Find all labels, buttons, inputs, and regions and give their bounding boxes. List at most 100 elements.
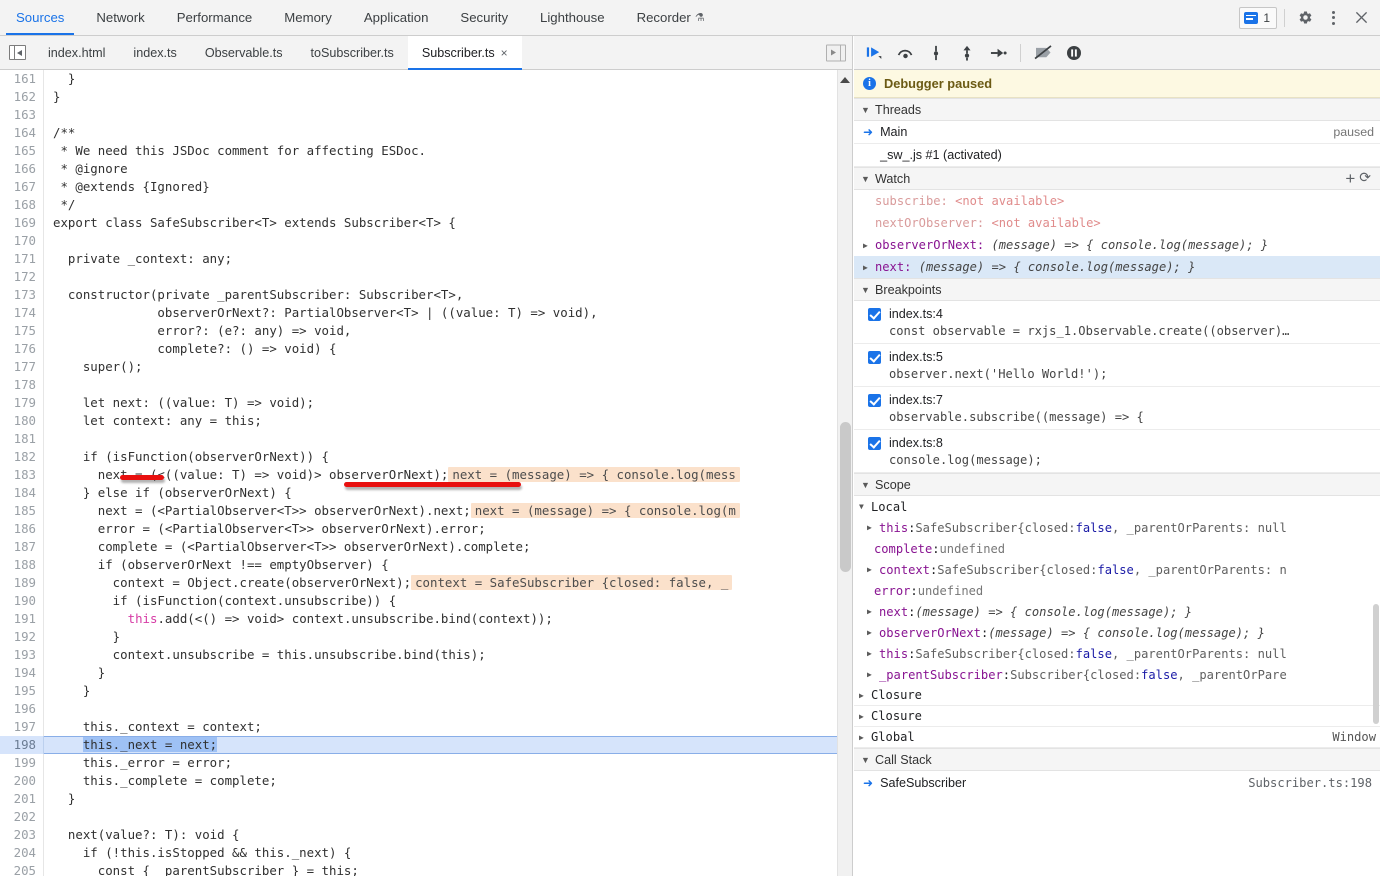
code-line[interactable]: 196 xyxy=(0,700,837,718)
code-line[interactable]: 181 xyxy=(0,430,837,448)
tab-security[interactable]: Security xyxy=(444,0,524,35)
line-number[interactable]: 162 xyxy=(0,88,44,106)
show-navigator-button[interactable] xyxy=(0,36,34,69)
line-number[interactable]: 165 xyxy=(0,142,44,160)
line-number[interactable]: 201 xyxy=(0,790,44,808)
tab-memory[interactable]: Memory xyxy=(268,0,348,35)
step-over-next-function-call-button[interactable] xyxy=(891,40,919,66)
breakpoint-item[interactable]: index.ts:7 observable.subscribe((message… xyxy=(854,387,1380,430)
tab-sources[interactable]: Sources xyxy=(0,0,80,35)
tab-application[interactable]: Application xyxy=(348,0,445,35)
expand-arrow-icon[interactable]: ▶ xyxy=(859,733,871,742)
expand-arrow-icon[interactable]: ▶ xyxy=(867,670,879,679)
code-line[interactable]: 175 error?: (e?: any) => void, xyxy=(0,322,837,340)
section-header-scope[interactable]: ▼ Scope xyxy=(854,473,1380,496)
tab-lighthouse[interactable]: Lighthouse xyxy=(524,0,621,35)
line-number[interactable]: 180 xyxy=(0,412,44,430)
code-line[interactable]: 164/** xyxy=(0,124,837,142)
line-number[interactable]: 185 xyxy=(0,502,44,520)
line-number[interactable]: 193 xyxy=(0,646,44,664)
line-number[interactable]: 172 xyxy=(0,268,44,286)
tab-performance[interactable]: Performance xyxy=(161,0,269,35)
code-line-current[interactable]: 198 this._next = next; xyxy=(0,736,837,754)
watch-item-nextorobserver[interactable]: nextOrObserver: <not available> xyxy=(854,212,1380,234)
code-line[interactable]: 167 * @extends {Ignored} xyxy=(0,178,837,196)
refresh-watch-button[interactable]: ⟳ xyxy=(1359,170,1371,187)
scope-property[interactable]: ▶_parentSubscriber: Subscriber {closed: … xyxy=(854,664,1380,685)
sidebar-scrollbar[interactable] xyxy=(1372,604,1380,840)
code-line[interactable]: 176 complete?: () => void) { xyxy=(0,340,837,358)
watch-item-observerornext[interactable]: ▶ observerOrNext: (message) => { console… xyxy=(854,234,1380,256)
code-lines[interactable]: 161 }162}163164/**165 * We need this JSD… xyxy=(0,70,837,876)
thread-item-main[interactable]: ➜ Main paused xyxy=(854,121,1380,144)
code-line[interactable]: 178 xyxy=(0,376,837,394)
scope-group-closure[interactable]: ▶Closure xyxy=(854,685,1380,706)
editor-vertical-scrollbar[interactable] xyxy=(837,70,852,876)
code-line[interactable]: 171 private _context: any; xyxy=(0,250,837,268)
code-line[interactable]: 190 if (isFunction(context.unsubscribe))… xyxy=(0,592,837,610)
line-number[interactable]: 204 xyxy=(0,844,44,862)
sidebar-scrollbar-thumb[interactable] xyxy=(1373,604,1379,724)
editor-scrollbar-thumb[interactable] xyxy=(840,422,851,572)
thread-item-service-worker[interactable]: ➜ _sw_.js #1 (activated) xyxy=(854,144,1380,167)
line-number[interactable]: 199 xyxy=(0,754,44,772)
line-number[interactable]: 196 xyxy=(0,700,44,718)
code-line[interactable]: 185 next = (<PartialObserver<T>> observe… xyxy=(0,502,837,520)
code-line[interactable]: 180 let context: any = this; xyxy=(0,412,837,430)
step-out-of-current-function-button[interactable] xyxy=(953,40,981,66)
line-number[interactable]: 188 xyxy=(0,556,44,574)
scope-property[interactable]: error: undefined xyxy=(854,580,1380,601)
line-number[interactable]: 170 xyxy=(0,232,44,250)
line-number[interactable]: 168 xyxy=(0,196,44,214)
watch-item-next[interactable]: ▶ next: (message) => { console.log(messa… xyxy=(854,256,1380,278)
tab-recorder[interactable]: Recorder ⚗ xyxy=(621,0,721,35)
expand-arrow-icon[interactable]: ▶ xyxy=(859,691,871,700)
line-number[interactable]: 175 xyxy=(0,322,44,340)
code-line[interactable]: 168 */ xyxy=(0,196,837,214)
step-into-next-function-call-button[interactable] xyxy=(922,40,950,66)
code-line[interactable]: 172 xyxy=(0,268,837,286)
expand-arrow-icon[interactable]: ▶ xyxy=(859,712,871,721)
line-number[interactable]: 167 xyxy=(0,178,44,196)
scope-property[interactable]: ▶this: SafeSubscriber {closed: false, _p… xyxy=(854,643,1380,664)
code-line[interactable]: 177 super(); xyxy=(0,358,837,376)
line-number[interactable]: 178 xyxy=(0,376,44,394)
scope-property[interactable]: ▶context: SafeSubscriber {closed: false,… xyxy=(854,559,1380,580)
resume-script-execution-button[interactable] xyxy=(860,40,888,66)
settings-button[interactable] xyxy=(1292,5,1318,31)
line-number[interactable]: 187 xyxy=(0,538,44,556)
line-number[interactable]: 189 xyxy=(0,574,44,592)
code-line[interactable]: 197 this._context = context; xyxy=(0,718,837,736)
code-line[interactable]: 166 * @ignore xyxy=(0,160,837,178)
code-editor[interactable]: 161 }162}163164/**165 * We need this JSD… xyxy=(0,70,852,876)
breakpoint-checkbox[interactable] xyxy=(868,394,881,407)
close-devtools-button[interactable] xyxy=(1348,5,1374,31)
code-line[interactable]: 179 let next: ((value: T) => void); xyxy=(0,394,837,412)
line-number[interactable]: 186 xyxy=(0,520,44,538)
code-line[interactable]: 202 xyxy=(0,808,837,826)
expand-arrow-icon[interactable]: ▶ xyxy=(867,607,879,616)
scope-property[interactable]: ▶this: SafeSubscriber {closed: false, _p… xyxy=(854,517,1380,538)
line-number[interactable]: 179 xyxy=(0,394,44,412)
code-line[interactable]: 162} xyxy=(0,88,837,106)
call-stack-frame[interactable]: ➜ SafeSubscriber Subscriber.ts:198 xyxy=(854,771,1380,795)
line-number[interactable]: 161 xyxy=(0,70,44,88)
scope-property[interactable]: ▶next: (message) => { console.log(messag… xyxy=(854,601,1380,622)
tab-network[interactable]: Network xyxy=(80,0,160,35)
expand-arrow-icon[interactable]: ▶ xyxy=(867,523,879,532)
expand-arrow-icon[interactable]: ▶ xyxy=(863,263,875,272)
code-line[interactable]: 205 const { _parentSubscriber } = this; xyxy=(0,862,837,876)
line-number[interactable]: 198 xyxy=(0,736,44,754)
code-line[interactable]: 193 context.unsubscribe = this.unsubscri… xyxy=(0,646,837,664)
section-header-call-stack[interactable]: ▼ Call Stack xyxy=(854,748,1380,771)
code-line[interactable]: 200 this._complete = complete; xyxy=(0,772,837,790)
line-number[interactable]: 205 xyxy=(0,862,44,876)
code-line[interactable]: 204 if (!this.isStopped && this._next) { xyxy=(0,844,837,862)
file-tab-index-ts[interactable]: index.ts xyxy=(119,36,190,69)
code-line[interactable]: 187 complete = (<PartialObserver<T>> obs… xyxy=(0,538,837,556)
hide-debugger-sidebar-button[interactable] xyxy=(826,44,846,61)
section-header-threads[interactable]: ▼ Threads xyxy=(854,98,1380,121)
breakpoint-checkbox[interactable] xyxy=(868,437,881,450)
file-tab-index-html[interactable]: index.html xyxy=(34,36,119,69)
line-number[interactable]: 174 xyxy=(0,304,44,322)
